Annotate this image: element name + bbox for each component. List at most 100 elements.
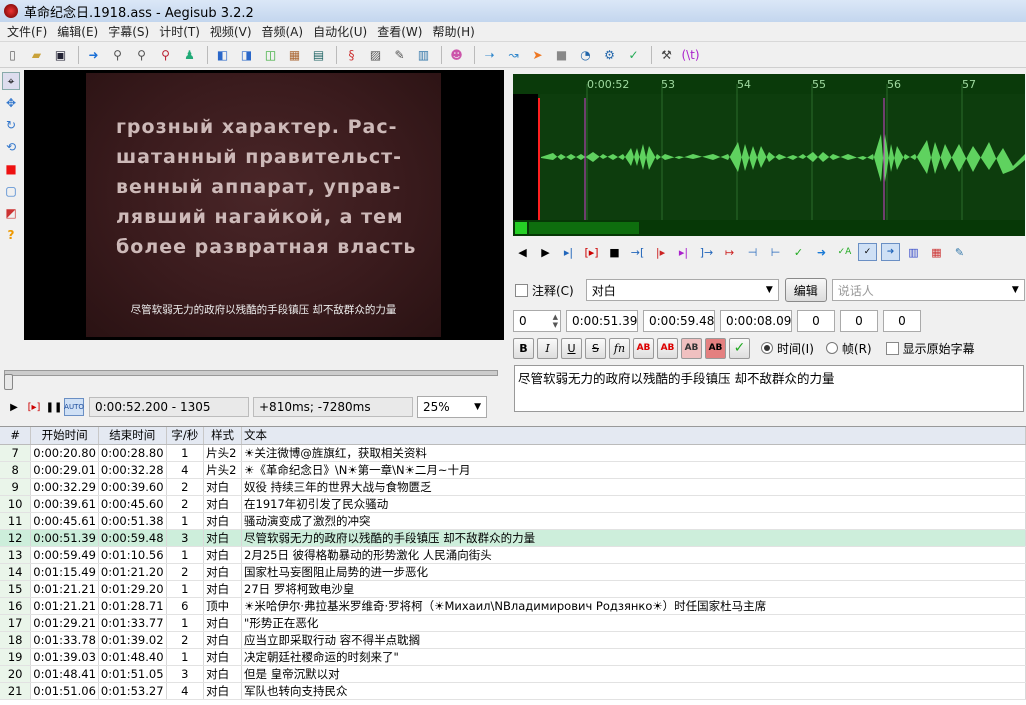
radio-dot[interactable] — [761, 342, 773, 354]
shadow-color-icon[interactable]: AB — [705, 337, 726, 359]
audio-open-icon[interactable]: ➝ — [479, 45, 500, 65]
play-selection-icon[interactable]: ▸| — [559, 243, 578, 261]
table-row[interactable]: 7 0:00:20.80 0:00:28.80 1 片头2 ☀关注微博@旌旗红，获取相关资… — [0, 444, 1026, 462]
duration-field[interactable]: 0:00:08.09 — [720, 310, 792, 332]
commit-check-icon[interactable]: ✓ — [729, 337, 750, 359]
video-open-icon[interactable]: ◫ — [260, 45, 281, 65]
play-line-icon[interactable]: [▸] — [24, 398, 44, 416]
spectrum-icon[interactable]: ▥ — [904, 243, 923, 261]
properties-icon[interactable]: ⚲ — [155, 45, 176, 65]
drag-tool-icon[interactable]: ✥ — [2, 94, 20, 112]
vector-clip-tool-icon[interactable]: ◩ — [2, 204, 20, 222]
table-row[interactable]: 13 0:00:59.49 0:01:10.56 1 对白 2月25日 彼得格勒暴动的形势… — [0, 546, 1026, 564]
auto-next-icon[interactable]: ✓ — [858, 243, 877, 261]
bold-button[interactable]: B — [513, 337, 534, 359]
menu-view[interactable]: 查看(W) — [372, 23, 427, 40]
automation-manager-icon[interactable]: ☻ — [446, 45, 467, 65]
italic-button[interactable]: I — [537, 337, 558, 359]
style-select[interactable]: 对白 ▼ — [585, 279, 779, 301]
play-after-start-icon[interactable]: |▸ — [651, 243, 670, 261]
lead-in-icon[interactable]: ⊣ — [743, 243, 762, 261]
resample-icon[interactable]: ▨ — [365, 45, 386, 65]
help-icon[interactable]: ? — [2, 226, 20, 244]
table-row[interactable]: 21 0:01:51.06 0:01:53.27 4 对白 军队也转向支持民众 — [0, 682, 1026, 700]
play-to-end-icon[interactable]: ↦ — [720, 243, 739, 261]
rotate-z-tool-icon[interactable]: ↻ — [2, 116, 20, 134]
karaoke-icon[interactable]: ▦ — [927, 243, 946, 261]
time-radio[interactable]: 时间(I) — [761, 340, 814, 357]
table-row[interactable]: 10 0:00:39.61 0:00:45.60 2 对白 在1917年初引发了民众骚动 — [0, 495, 1026, 513]
check-spelling-icon[interactable]: ✓ — [623, 45, 644, 65]
menu-edit[interactable]: 编辑(E) — [52, 23, 103, 40]
next-line-icon[interactable]: ▶ — [536, 243, 555, 261]
col-header[interactable]: 样式 — [203, 427, 243, 445]
lead-out-icon[interactable]: ⊢ — [766, 243, 785, 261]
table-row-selected[interactable]: 12 0:00:51.39 0:00:59.48 3 对白 尽管软弱无力的政府以残酷的手段… — [0, 529, 1026, 547]
table-row[interactable]: 9 0:00:32.29 0:00:39.60 2 对白 奴役 持续三年的世界大战与食物匮… — [0, 478, 1026, 496]
layer-spinner[interactable]: 0 ▲ ▼ — [513, 310, 561, 332]
video-position-field[interactable]: 0:00:52.200 - 1305 — [89, 397, 249, 417]
audio-waveform[interactable]: 0:00:52 53 54 55 56 57 — [513, 74, 1025, 236]
table-row[interactable]: 20 0:01:48.41 0:01:51.05 3 对白 但是 皇帝沉默以对 — [0, 665, 1026, 683]
video-seek-bar[interactable] — [4, 370, 498, 376]
end-time-field[interactable]: 0:00:59.48 — [643, 310, 715, 332]
spell-check-icon[interactable]: ▥ — [413, 45, 434, 65]
snap-end-icon[interactable]: ◨ — [236, 45, 257, 65]
auto-scroll-icon[interactable]: ➜ — [881, 243, 900, 261]
video-display[interactable]: грозный характер. Рас- шатанный правител… — [24, 70, 504, 340]
settings-icon[interactable]: ⚙ — [599, 45, 620, 65]
autoscroll-icon[interactable]: AUTO — [64, 398, 84, 416]
save-file-icon[interactable]: ▣ — [50, 45, 71, 65]
commit-icon[interactable]: ✓ — [789, 243, 808, 261]
secondary-color-icon[interactable]: AB — [657, 337, 678, 359]
rect-clip-tool-icon[interactable]: ▢ — [2, 182, 20, 200]
kanji-timer-icon[interactable]: ➤ — [527, 45, 548, 65]
col-header[interactable]: 开始时间 — [30, 427, 99, 445]
play-after-end-icon[interactable]: ]→ — [697, 243, 716, 261]
font-button[interactable]: fn — [609, 337, 630, 359]
play-icon[interactable]: ▶ — [4, 398, 24, 416]
menu-audio[interactable]: 音频(A) — [257, 23, 309, 40]
col-header[interactable]: 字/秒 — [166, 427, 205, 445]
prev-line-icon[interactable]: ◀ — [513, 243, 532, 261]
checkbox-box[interactable] — [515, 283, 528, 297]
audio-settings-icon[interactable]: ✎ — [950, 243, 969, 261]
spinner-arrows-icon[interactable]: ▲ ▼ — [553, 313, 558, 329]
film-details-icon[interactable]: ▤ — [308, 45, 329, 65]
col-header[interactable]: 文本 — [241, 427, 1026, 445]
play-line-icon[interactable]: [▸] — [582, 243, 601, 261]
menu-timing[interactable]: 计时(T) — [154, 23, 205, 40]
new-file-icon[interactable]: ▯ — [2, 45, 23, 65]
table-row[interactable]: 18 0:01:33.78 0:01:39.02 2 对白 应当立即采取行动 容不得半点耽… — [0, 631, 1026, 649]
table-row[interactable]: 14 0:01:15.49 0:01:21.20 2 对白 国家杜马妄图阻止局势的进一步恶… — [0, 563, 1026, 581]
outline-color-icon[interactable]: AB — [681, 337, 702, 359]
standard-tool-icon[interactable]: ⌖ — [2, 72, 20, 90]
table-row[interactable]: 17 0:01:29.21 0:01:33.77 1 对白 "形势正在恶化 — [0, 614, 1026, 632]
stop-audio-icon[interactable]: ■ — [605, 243, 624, 261]
margin-left-field[interactable]: 0 — [797, 310, 835, 332]
jump-to-icon[interactable]: ➜ — [83, 45, 104, 65]
subtitle-grid[interactable]: # 开始时间 结束时间 字/秒 样式 文本 7 0:00:20.80 0:00:28… — [0, 426, 1026, 705]
zoom-in-icon[interactable]: ⚲ — [107, 45, 128, 65]
margin-vertical-field[interactable]: 0 — [883, 310, 921, 332]
menu-video[interactable]: 视频(V) — [205, 23, 257, 40]
pause-icon[interactable]: ❚❚ — [44, 398, 64, 416]
play-before-start-icon[interactable]: →[ — [628, 243, 647, 261]
play-before-end-icon[interactable]: ▸| — [674, 243, 693, 261]
film-strip-icon[interactable]: ▦ — [284, 45, 305, 65]
radio-dot[interactable] — [825, 342, 838, 354]
table-row[interactable]: 8 0:00:29.01 0:00:32.28 4 片头2 ☀《革命纪念日》\N☀第一章\… — [0, 461, 1026, 479]
clip-point-icon[interactable]: ■ — [2, 160, 20, 178]
primary-color-icon[interactable]: AB — [633, 337, 654, 359]
fonts-collector-icon[interactable]: ✎ — [389, 45, 410, 65]
styles-manager-icon[interactable]: ♟ — [179, 45, 200, 65]
seek-slider-thumb[interactable] — [4, 374, 13, 390]
zoom-select[interactable]: 25% ▼ — [417, 396, 487, 418]
tools-icon[interactable]: ⚒ — [656, 45, 677, 65]
snap-start-icon[interactable]: ◧ — [212, 45, 233, 65]
menu-automation[interactable]: 自动化(U) — [308, 23, 372, 40]
open-file-icon[interactable]: ▰ — [26, 45, 47, 65]
timing-post-processor-icon[interactable]: ↝ — [503, 45, 524, 65]
col-header[interactable]: 结束时间 — [98, 427, 167, 445]
strikeout-button[interactable]: S — [585, 337, 606, 359]
